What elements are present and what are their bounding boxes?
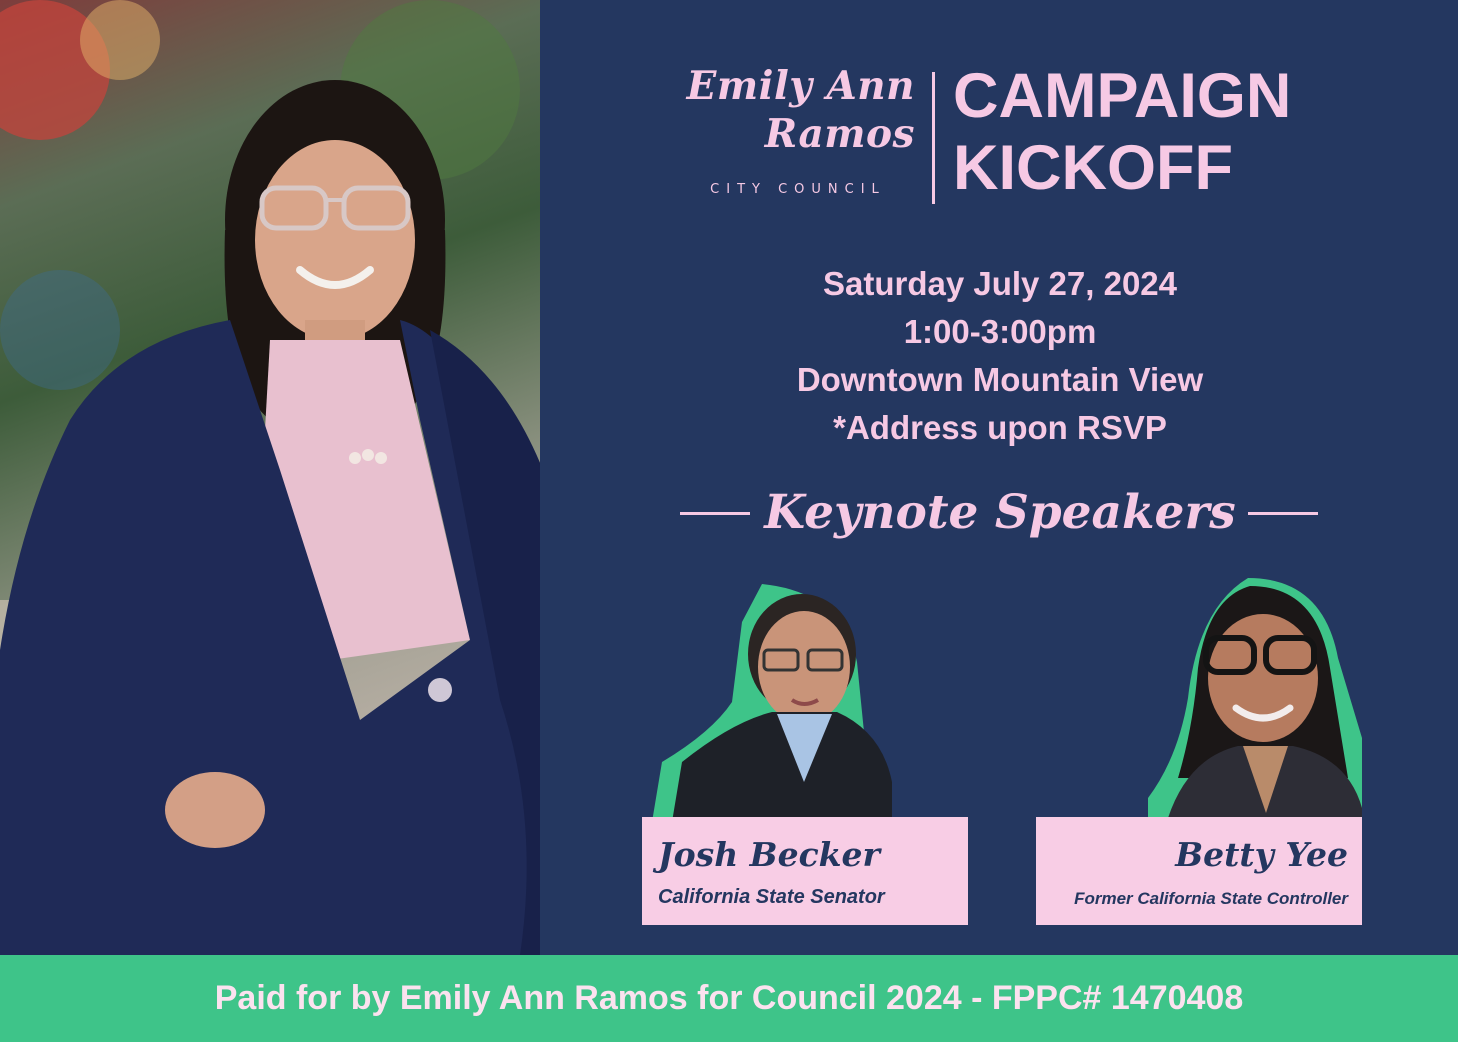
speaker-role: California State Senator xyxy=(658,886,885,908)
speaker-photo-betty-yee xyxy=(1148,578,1362,818)
speaker-role: Former California State Controller xyxy=(1074,889,1348,908)
candidate-photo xyxy=(0,0,540,955)
candidate-logo: Emily Ann Ramos CITY COUNCIL xyxy=(680,62,920,212)
logo-name-line1: Emily Ann xyxy=(686,63,915,109)
event-time: 1:00-3:00pm xyxy=(903,313,1097,350)
event-title-line2: KICKOFF xyxy=(953,133,1233,203)
speaker-name: Josh Becker xyxy=(658,835,880,874)
logo-name: Emily Ann Ramos xyxy=(680,62,915,158)
speaker-portrait-illustration xyxy=(652,584,892,822)
speaker-card-betty-yee: Betty Yee Former California State Contro… xyxy=(1036,817,1362,925)
logo-divider xyxy=(932,72,935,204)
keynote-rule-right xyxy=(1248,512,1318,515)
event-date: Saturday July 27, 2024 xyxy=(822,265,1178,302)
keynote-rule-left xyxy=(680,512,750,515)
event-title: CAMPAIGN KICKOFF xyxy=(953,60,1373,204)
logo-subtitle: CITY COUNCIL xyxy=(710,182,886,197)
speaker-name: Betty Yee xyxy=(1175,835,1348,874)
footer-disclaimer: Paid for by Emily Ann Ramos for Council … xyxy=(214,979,1244,1017)
event-details: Saturday July 27, 2024 1:00-3:00pm Downt… xyxy=(650,260,1350,452)
candidate-portrait-illustration xyxy=(0,0,540,955)
speaker-photo-josh-becker xyxy=(652,582,892,822)
event-location: Downtown Mountain View xyxy=(796,361,1204,398)
keynote-heading-row: Keynote Speakers xyxy=(680,480,1320,550)
footer-bar: Paid for by Emily Ann Ramos for Council … xyxy=(0,955,1458,1042)
event-title-line1: CAMPAIGN xyxy=(953,61,1292,131)
logo-name-line2: Ramos xyxy=(764,111,915,157)
speaker-card-josh-becker: Josh Becker California State Senator xyxy=(642,817,968,925)
event-address-note: *Address upon RSVP xyxy=(833,409,1167,446)
keynote-heading: Keynote Speakers xyxy=(764,485,1236,540)
speaker-portrait-illustration xyxy=(1148,578,1362,818)
